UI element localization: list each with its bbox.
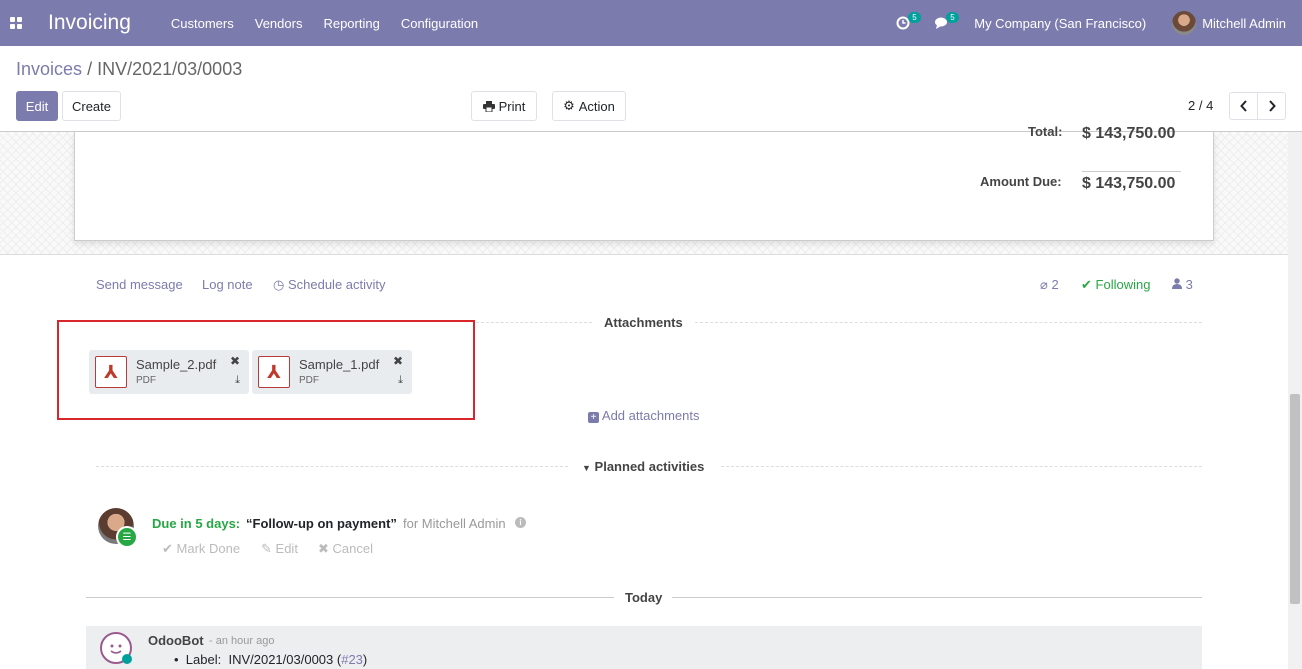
menu-reporting[interactable]: Reporting bbox=[323, 16, 379, 31]
chevron-right-icon bbox=[1268, 100, 1276, 112]
attachment-count-button[interactable]: ⌀ 2 bbox=[1040, 277, 1059, 293]
action-label: Action bbox=[578, 98, 615, 114]
info-icon[interactable]: i bbox=[515, 517, 526, 528]
attachment-name[interactable]: Sample_2.pdf bbox=[136, 357, 216, 372]
company-switcher[interactable]: My Company (San Francisco) bbox=[974, 16, 1146, 31]
edit-button[interactable]: Edit bbox=[16, 91, 58, 121]
activity-summary: “Follow-up on payment” bbox=[246, 516, 397, 531]
tracking-reference-link[interactable]: #23 bbox=[341, 652, 363, 667]
activity-type-icon: ☰ bbox=[116, 526, 138, 548]
top-navbar: Invoicing Customers Vendors Reporting Co… bbox=[0, 0, 1302, 46]
today-separator-left bbox=[86, 597, 614, 598]
attachments-separator-right bbox=[695, 322, 1202, 323]
bullet-icon: • bbox=[174, 652, 179, 667]
schedule-activity-label: Schedule activity bbox=[287, 277, 386, 292]
user-menu[interactable]: Mitchell Admin bbox=[1202, 16, 1286, 31]
download-icon[interactable]: ⤓ bbox=[235, 374, 240, 387]
paperclip-icon: ⌀ bbox=[1040, 277, 1048, 292]
today-title: Today bbox=[615, 590, 673, 605]
amount-due-value: $ 143,750.00 bbox=[1082, 175, 1176, 192]
caret-down-icon: ▼ bbox=[582, 463, 591, 473]
total-value: $ 143,750.00 bbox=[1082, 125, 1176, 142]
planned-activities-toggle[interactable]: ▼ Planned activities bbox=[572, 459, 715, 474]
planned-activities-title: Planned activities bbox=[594, 459, 705, 474]
total-label: Total: bbox=[1028, 124, 1063, 139]
attachment-type: PDF bbox=[299, 375, 319, 386]
heart-icon bbox=[122, 654, 132, 664]
today-separator-right bbox=[672, 597, 1202, 598]
pager-previous-button[interactable] bbox=[1229, 92, 1258, 120]
breadcrumb-current: INV/2021/03/0003 bbox=[97, 59, 243, 79]
breadcrumb: Invoices / INV/2021/03/0003 bbox=[16, 59, 242, 80]
check-icon: ✔ bbox=[1081, 277, 1092, 292]
breadcrumb-invoices[interactable]: Invoices bbox=[16, 59, 82, 79]
pager-next-button[interactable] bbox=[1257, 92, 1286, 120]
close-icon: ✖ bbox=[318, 541, 329, 556]
amount-due-label: Amount Due: bbox=[980, 174, 1062, 189]
cancel-activity-label: Cancel bbox=[332, 541, 373, 556]
attachment-card[interactable]: ⅄ Sample_1.pdf PDF ✖ ⤓ bbox=[252, 350, 412, 394]
add-attachments-button[interactable]: + Add attachments bbox=[588, 408, 699, 423]
add-attachments-label: Add attachments bbox=[601, 408, 700, 423]
activity-menu[interactable]: 5 bbox=[896, 12, 921, 30]
message-time: - an hour ago bbox=[209, 635, 275, 647]
print-button[interactable]: Print bbox=[471, 91, 537, 121]
schedule-activity-button[interactable]: ◷ Schedule activity bbox=[273, 277, 386, 293]
menu-configuration[interactable]: Configuration bbox=[401, 16, 478, 31]
user-icon bbox=[1172, 278, 1182, 289]
action-button[interactable]: ⚙ Action bbox=[552, 91, 626, 121]
attachment-name[interactable]: Sample_1.pdf bbox=[299, 357, 379, 372]
log-note-button[interactable]: Log note bbox=[202, 277, 253, 292]
user-avatar[interactable] bbox=[1172, 11, 1197, 35]
check-icon: ✔ bbox=[162, 541, 173, 556]
mark-done-label: Mark Done bbox=[176, 541, 241, 556]
menu-customers[interactable]: Customers bbox=[171, 16, 234, 31]
tracking-label: Label: bbox=[185, 652, 222, 667]
apps-menu-icon[interactable] bbox=[0, 0, 32, 46]
print-label: Print bbox=[498, 98, 526, 114]
following-button[interactable]: ✔ Following bbox=[1081, 277, 1150, 293]
edit-activity-label: Edit bbox=[275, 541, 298, 556]
pdf-icon: ⅄ bbox=[95, 356, 127, 388]
plus-square-icon: + bbox=[588, 412, 599, 423]
activity-due: Due in 5 days: bbox=[152, 516, 241, 531]
menu-vendors[interactable]: Vendors bbox=[255, 16, 303, 31]
mark-done-button[interactable]: ✔ Mark Done bbox=[162, 541, 240, 557]
following-label: Following bbox=[1095, 277, 1151, 292]
scrollbar-thumb[interactable] bbox=[1290, 394, 1300, 604]
message-count-badge: 5 bbox=[946, 12, 959, 23]
clock-icon: ◷ bbox=[273, 277, 285, 292]
pencil-icon: ✎ bbox=[261, 541, 272, 556]
attachment-card[interactable]: ⅄ Sample_2.pdf PDF ✖ ⤓ bbox=[89, 350, 249, 394]
close-icon[interactable]: ✖ bbox=[230, 354, 240, 368]
attachments-title: Attachments bbox=[594, 315, 693, 330]
planned-separator-right bbox=[721, 466, 1202, 467]
followers-button[interactable]: 3 bbox=[1172, 277, 1193, 292]
amount-due-divider bbox=[1082, 171, 1181, 172]
activity-count-badge: 5 bbox=[908, 12, 921, 23]
app-name[interactable]: Invoicing bbox=[48, 11, 131, 35]
create-button[interactable]: Create bbox=[62, 91, 121, 121]
send-message-button[interactable]: Send message bbox=[96, 277, 183, 292]
chevron-left-icon bbox=[1239, 100, 1247, 112]
tracking-value: INV/2021/03/0003 bbox=[228, 652, 334, 667]
download-icon[interactable]: ⤓ bbox=[398, 374, 403, 387]
breadcrumb-separator: / bbox=[87, 59, 93, 79]
message-author[interactable]: OdooBot bbox=[148, 633, 204, 648]
pdf-icon: ⅄ bbox=[258, 356, 290, 388]
activity-assignee: for Mitchell Admin bbox=[403, 516, 506, 531]
follower-count: 3 bbox=[1185, 277, 1193, 292]
attachments-separator-left bbox=[476, 322, 592, 323]
gear-icon: ⚙ bbox=[563, 98, 575, 113]
message-tracking-line: • Label: INV/2021/03/0003 (#23) bbox=[174, 652, 368, 667]
attachment-type: PDF bbox=[136, 375, 156, 386]
messaging-menu[interactable]: 5 bbox=[934, 12, 959, 30]
planned-separator-left bbox=[96, 466, 568, 467]
pager-value[interactable]: 2 / 4 bbox=[1188, 98, 1213, 113]
edit-activity-button[interactable]: ✎ Edit bbox=[261, 541, 298, 557]
cancel-activity-button[interactable]: ✖ Cancel bbox=[318, 541, 373, 557]
print-icon bbox=[482, 100, 495, 112]
close-icon[interactable]: ✖ bbox=[393, 354, 403, 368]
attachment-count: 2 bbox=[1051, 277, 1059, 292]
